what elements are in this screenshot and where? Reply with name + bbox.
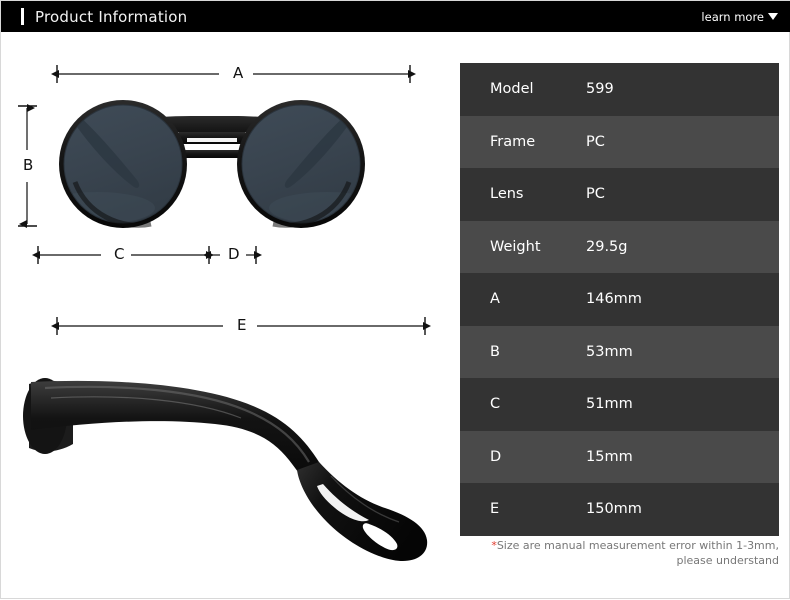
spec-key: C [490, 396, 501, 413]
spec-value: PC [586, 186, 605, 203]
table-row: Model 599 [460, 63, 779, 116]
spec-key: B [490, 343, 500, 360]
table-row: Lens PC [460, 168, 779, 221]
dimension-label-b: B [17, 158, 40, 173]
specification-table: Model 599 Frame PC Lens PC Weight 29.5g A 146mm B 5… [460, 63, 779, 536]
note-line-2: please understand [676, 553, 780, 567]
sunglasses-side-view [23, 378, 428, 562]
spec-key: Frame [490, 133, 536, 150]
chevron-down-icon [768, 13, 778, 20]
table-row: A 146mm [460, 273, 779, 326]
spec-key: E [490, 501, 500, 518]
note-line-1: Size are manual measurement error within… [496, 539, 779, 552]
table-row: Weight 29.5g [460, 220, 779, 273]
table-row: D 15mm [460, 430, 779, 483]
sunglasses-front-view [59, 100, 365, 228]
dimension-label-e: E [231, 318, 253, 333]
learn-more-label: learn more [701, 9, 764, 24]
spec-value: 51mm [586, 396, 633, 413]
spec-value: 15mm [586, 448, 633, 465]
spec-value: 53mm [586, 343, 633, 360]
spec-value: 29.5g [586, 238, 628, 255]
table-row: E 150mm [460, 483, 779, 536]
spec-key: A [490, 291, 500, 308]
dimension-label-a: A [227, 66, 250, 81]
spec-key: Lens [490, 186, 524, 203]
dimension-label-d: D [222, 247, 246, 262]
header-accent-bar [21, 8, 24, 25]
spec-value: 599 [586, 81, 614, 98]
spec-key: D [490, 448, 502, 465]
sunglasses-diagrams [18, 65, 431, 562]
page-header: Product Information learn more [1, 1, 790, 32]
product-diagram-pane: A B C D E [1, 32, 451, 600]
table-row: B 53mm [460, 325, 779, 378]
table-row: C 51mm [460, 378, 779, 431]
spec-key: Weight [490, 238, 541, 255]
page-title: Product Information [35, 7, 188, 26]
spec-value: 146mm [586, 291, 642, 308]
table-row: Frame PC [460, 115, 779, 168]
spec-value: 150mm [586, 501, 642, 518]
learn-more-button[interactable]: learn more [701, 10, 778, 24]
measurement-note: *Size are manual measurement error withi… [460, 539, 779, 569]
spec-key: Model [490, 81, 534, 98]
spec-value: PC [586, 133, 605, 150]
dimension-label-c: C [108, 247, 131, 262]
